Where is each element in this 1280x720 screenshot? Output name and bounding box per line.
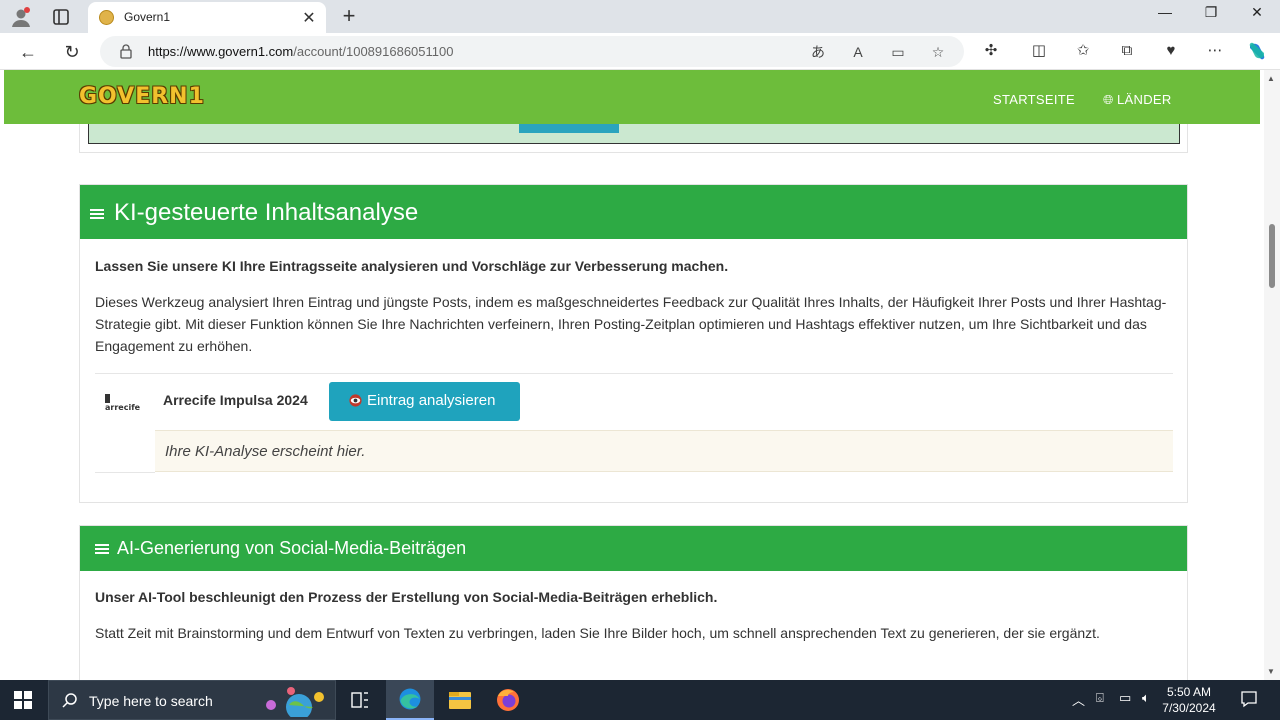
tab-actions-icon[interactable] <box>50 6 72 28</box>
analyze-entry-label: Eintrag analysieren <box>367 392 496 409</box>
browser-essentials-icon[interactable]: ♥ <box>1160 40 1182 62</box>
entry-logo-text: arrecife <box>105 403 141 412</box>
copilot-icon[interactable] <box>1246 40 1268 62</box>
extensions-icon[interactable]: ✣ <box>980 40 1002 62</box>
site-favicon-icon <box>99 10 114 25</box>
tray-device-icon[interactable]: ⌺ <box>1096 690 1104 706</box>
content-analysis-title: KI-gesteuerte Inhaltsanalyse <box>114 199 419 226</box>
social-post-title: AI-Generierung von Social-Media-Beiträge… <box>117 538 467 558</box>
content-analysis-description: Dieses Werkzeug analysiert Ihren Eintrag… <box>95 294 1167 354</box>
new-tab-icon[interactable]: + <box>338 3 360 29</box>
previous-notice <box>88 124 1180 144</box>
nav-home[interactable]: STARTSEITE <box>993 92 1075 107</box>
minimize-icon[interactable]: — <box>1142 4 1188 20</box>
entry-name: Arrecife Impulsa 2024 <box>163 392 308 408</box>
social-post-header: AI-Generierung von Social-Media-Beiträge… <box>80 526 1187 571</box>
reader-view-icon[interactable]: ▭ <box>888 42 908 62</box>
more-menu-icon[interactable]: ⋯ <box>1204 40 1226 62</box>
profile-icon[interactable] <box>10 6 32 28</box>
maximize-icon[interactable]: ❐ <box>1188 4 1234 21</box>
notifications-icon[interactable] <box>1240 690 1258 708</box>
nav-countries[interactable]: LÄNDER <box>1117 92 1172 107</box>
entry-row: arrecife Arrecife Impulsa 2024 Eintrag a… <box>95 373 1173 473</box>
list-icon <box>95 544 109 555</box>
entry-logo: arrecife <box>105 394 147 412</box>
volume-icon[interactable]: 🔈︎ <box>1142 690 1150 706</box>
edge-taskbar-icon[interactable] <box>386 680 434 720</box>
analysis-result: Ihre KI-Analyse erscheint hier. <box>155 430 1173 472</box>
windows-taskbar: Type here to search ︿ ⌺ ▭ 🔈︎ 5:50 AM 7/3… <box>0 680 1280 720</box>
search-placeholder: Type here to search <box>89 693 213 709</box>
network-icon[interactable]: ▭ <box>1119 690 1131 706</box>
search-icon <box>62 693 77 708</box>
list-icon <box>90 209 104 220</box>
clock-date: 7/30/2024 <box>1162 701 1216 715</box>
firefox-icon[interactable] <box>484 680 532 720</box>
favorite-star-icon[interactable]: ☆ <box>928 42 948 62</box>
taskbar-search[interactable]: Type here to search <box>48 680 336 720</box>
file-explorer-icon[interactable] <box>436 680 484 720</box>
divider <box>95 472 155 473</box>
social-post-lead: Unser AI-Tool beschleunigt den Prozess d… <box>95 589 718 605</box>
content-analysis-lead: Lassen Sie unsere KI Ihre Eintragsseite … <box>95 258 729 274</box>
page-scrollbar[interactable]: ▲ ▼ <box>1264 70 1280 680</box>
content-analysis-card: KI-gesteuerte Inhaltsanalyse Lassen Sie … <box>79 184 1188 503</box>
site-header: GOVERN1 STARTSEITE 🌐︎ LÄNDER <box>4 70 1260 124</box>
site-logo[interactable]: GOVERN1 <box>79 84 205 109</box>
analysis-result-placeholder: Ihre KI-Analyse erscheint hier. <box>165 443 366 460</box>
scroll-up-icon[interactable]: ▲ <box>1267 74 1275 83</box>
social-post-card: AI-Generierung von Social-Media-Beiträge… <box>79 525 1188 680</box>
translate-icon[interactable]: あ <box>808 42 828 62</box>
scroll-thumb[interactable] <box>1269 224 1275 288</box>
window-close-icon[interactable]: ✕ <box>1234 4 1280 21</box>
reload-icon[interactable]: ↻ <box>60 40 84 64</box>
clock-time: 5:50 AM <box>1166 685 1212 699</box>
windows-start-icon[interactable] <box>14 691 32 709</box>
tab-title: Govern1 <box>124 10 171 24</box>
eye-icon <box>349 394 362 407</box>
previous-section-box <box>79 124 1188 153</box>
tray-chevron-icon[interactable]: ︿ <box>1072 690 1085 709</box>
browser-tab-bar: Govern1 ✕ + — ❐ ✕ <box>0 0 1280 33</box>
url-field[interactable]: https://www.govern1.com/account/10089168… <box>100 36 964 67</box>
back-icon[interactable]: ← <box>16 40 40 64</box>
globe-icon: 🌐︎ <box>1103 92 1114 107</box>
split-screen-icon[interactable]: ◫ <box>1028 40 1050 62</box>
active-tab[interactable]: Govern1 ✕ <box>88 2 326 33</box>
address-bar-row: ← ↻ https://www.govern1.com/account/1008… <box>0 33 1280 70</box>
social-post-description: Statt Zeit mit Brainstorming und dem Ent… <box>95 625 1100 641</box>
page-viewport: GOVERN1 STARTSEITE 🌐︎ LÄNDER KI-gesteuer… <box>0 70 1280 680</box>
collections-icon[interactable]: ⧉ <box>1116 40 1138 62</box>
scroll-down-icon[interactable]: ▼ <box>1267 667 1275 676</box>
previous-notice-button[interactable] <box>519 124 619 133</box>
search-highlight-icon <box>266 687 324 717</box>
task-view-icon[interactable] <box>336 680 384 720</box>
favorites-icon[interactable]: ✩ <box>1072 40 1094 62</box>
lock-icon[interactable] <box>118 43 134 59</box>
tab-close-icon[interactable]: ✕ <box>300 8 318 28</box>
content-analysis-header: KI-gesteuerte Inhaltsanalyse <box>80 185 1187 239</box>
taskbar-clock[interactable]: 5:50 AM 7/30/2024 <box>1154 684 1224 716</box>
read-aloud-icon[interactable]: A <box>848 42 868 62</box>
analyze-entry-button[interactable]: Eintrag analysieren <box>329 382 520 421</box>
url-text: https://www.govern1.com/account/10089168… <box>148 44 454 59</box>
